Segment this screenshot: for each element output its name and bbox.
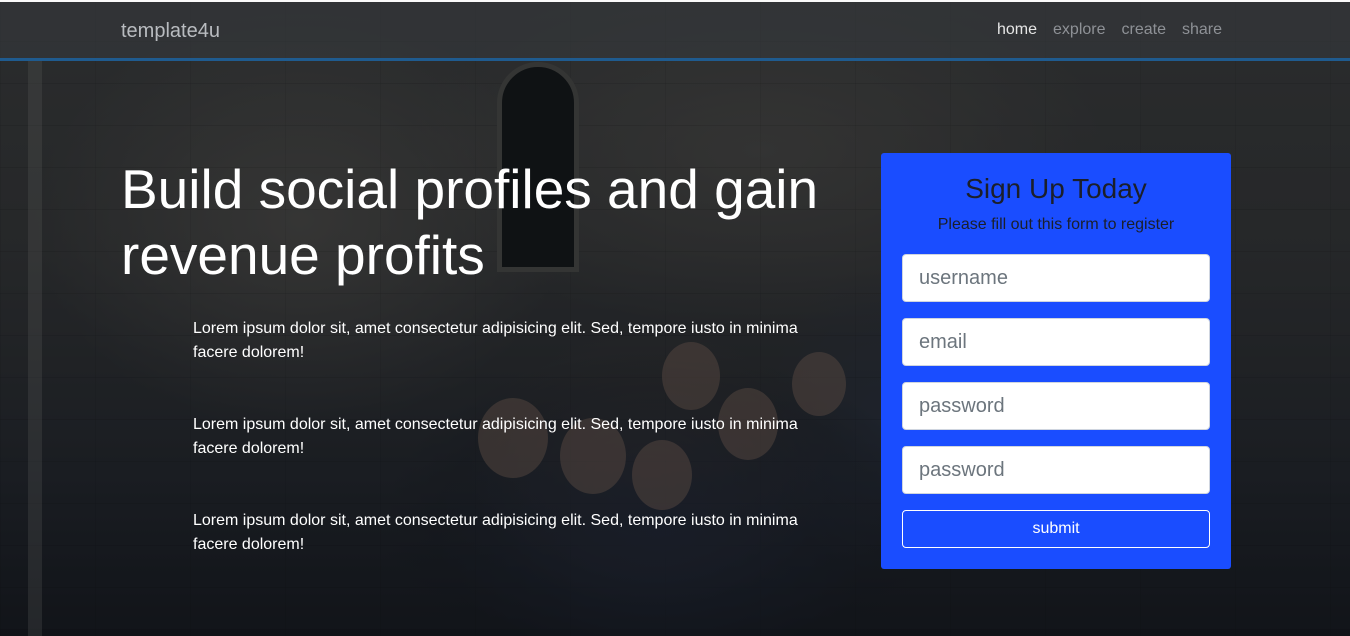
nav-link-home[interactable]: home: [997, 21, 1037, 39]
username-input[interactable]: [902, 254, 1210, 302]
nav-links: home explore create share: [997, 21, 1222, 39]
hero-title: Build social profiles and gain revenue p…: [121, 158, 819, 286]
navbar: template4u home explore create share: [0, 0, 1350, 61]
hero-paragraph-2: Lorem ipsum dolor sit, amet consectetur …: [193, 416, 798, 457]
email-input[interactable]: [902, 318, 1210, 366]
hero-paragraph-1: Lorem ipsum dolor sit, amet consectetur …: [193, 320, 798, 361]
nav-link-explore[interactable]: explore: [1053, 21, 1105, 39]
brand-logo[interactable]: template4u: [121, 20, 220, 43]
signup-subtitle: Please fill out this form to register: [937, 216, 1175, 233]
nav-link-share[interactable]: share: [1182, 21, 1222, 39]
hero-paragraph-3: Lorem ipsum dolor sit, amet consectetur …: [193, 512, 798, 553]
signup-card: Sign Up Today Please fill out this form …: [881, 153, 1231, 569]
password-input[interactable]: [902, 382, 1210, 430]
confirm-password-input[interactable]: [902, 446, 1210, 494]
signup-title: Sign Up Today: [965, 173, 1147, 204]
nav-link-create[interactable]: create: [1122, 21, 1166, 39]
submit-button[interactable]: submit: [902, 510, 1210, 548]
